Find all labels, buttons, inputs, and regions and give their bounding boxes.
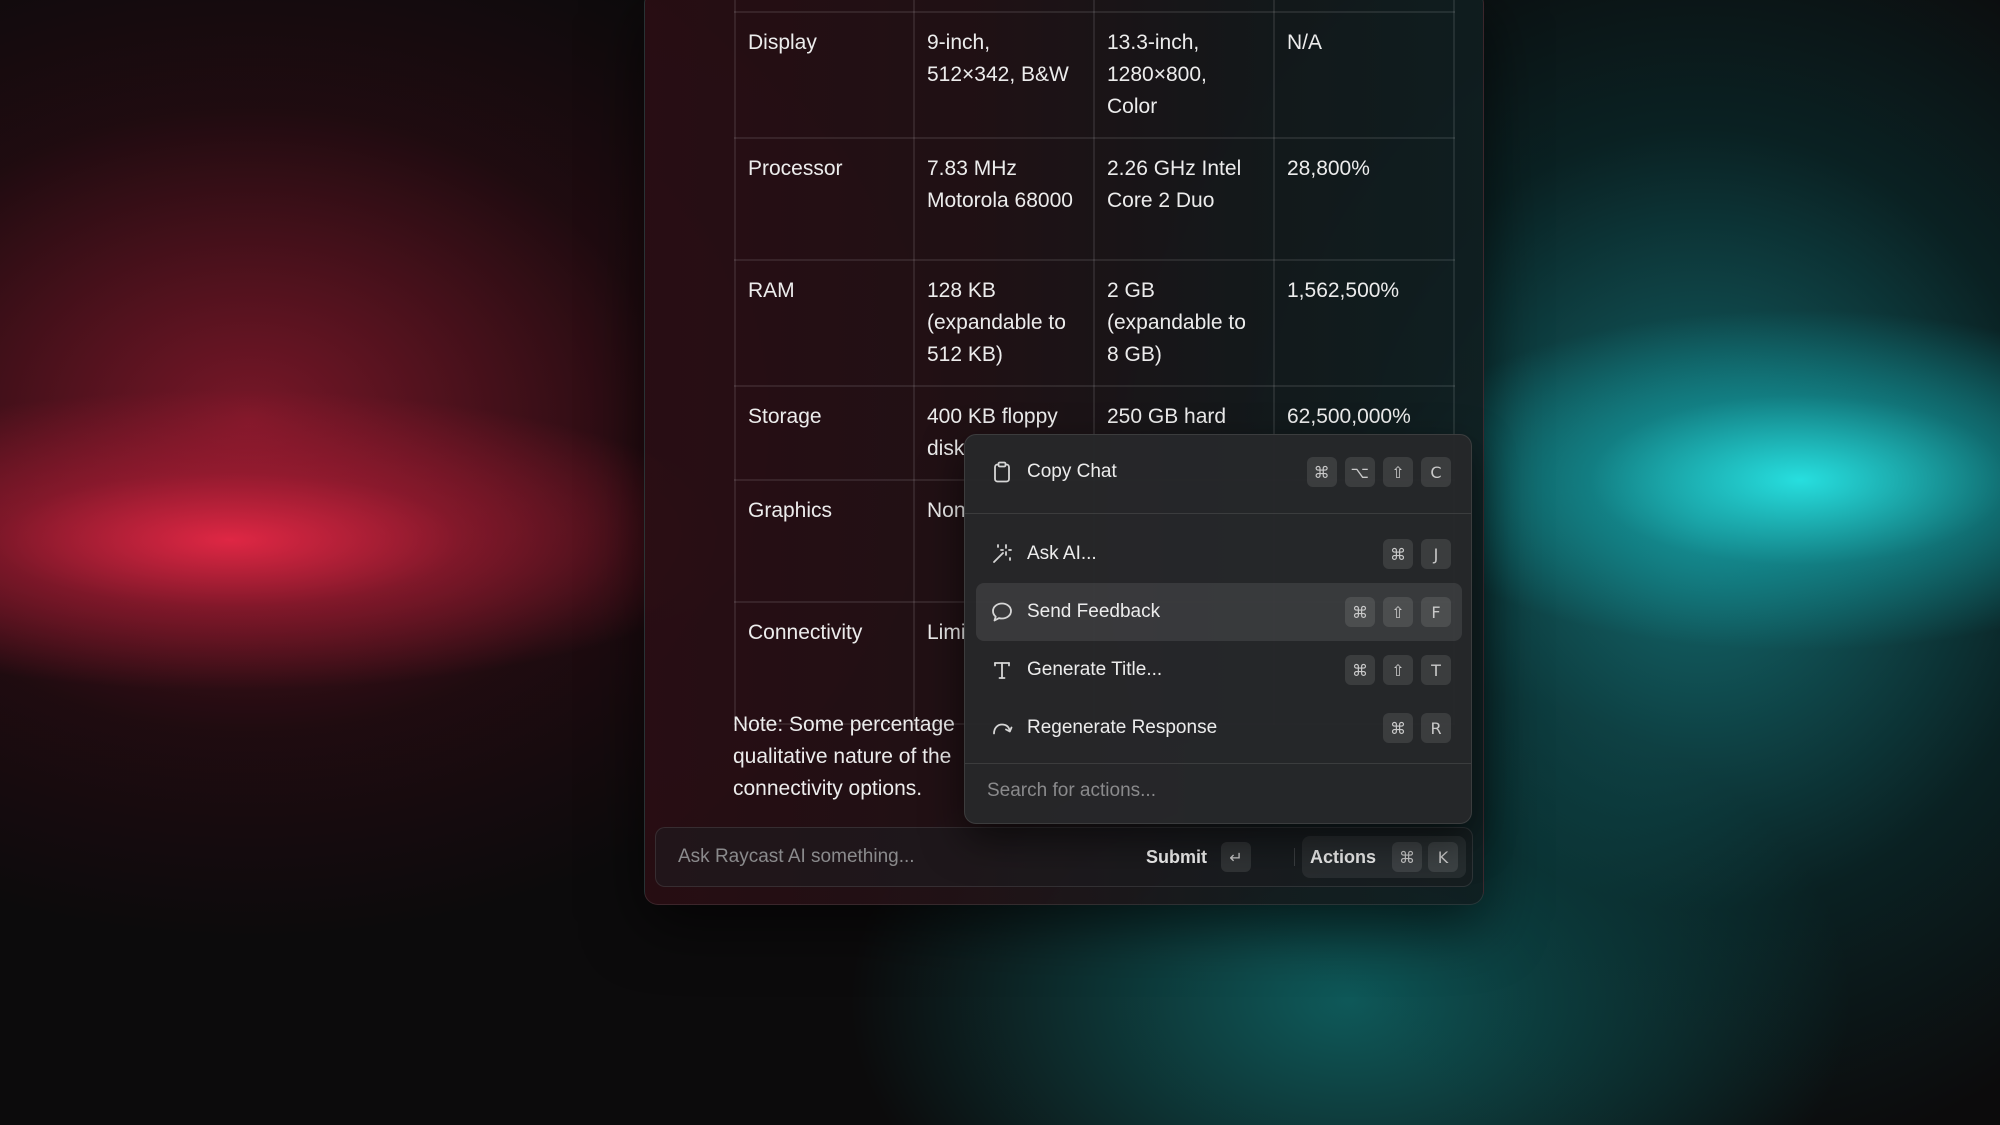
table-cell: 9-inch, 512×342, B&W xyxy=(913,11,1095,139)
menu-item-label: Copy Chat xyxy=(1027,461,1117,482)
chat-input-bar: Submit ↵ Actions ⌘ K xyxy=(655,827,1473,887)
table-cell: 13.3-inch, 1280×800, Color xyxy=(1093,11,1275,139)
submit-button[interactable]: Submit ↵ xyxy=(1146,840,1251,874)
table-cell: 2 GB (expandable to 8 GB) xyxy=(1093,259,1275,387)
table-cell: 7.83 MHz Motorola 68000 xyxy=(913,137,1095,261)
menu-item-label: Generate Title... xyxy=(1027,659,1163,680)
table-cell xyxy=(1273,0,1455,13)
clipboard-icon xyxy=(990,460,1014,484)
table-cell: 2.26 GHz Intel Core 2 Duo xyxy=(1093,137,1275,261)
search-actions-input[interactable] xyxy=(987,769,1447,813)
menu-item-label: Regenerate Response xyxy=(1027,717,1218,738)
f-key: F xyxy=(1421,597,1451,627)
shortcut: ⌘ ⇧ T xyxy=(1345,655,1451,685)
shortcut: ⌘ ⌥ ⇧ C xyxy=(1306,457,1451,487)
command-key-icon: ⌘ xyxy=(1383,539,1413,569)
command-key-icon: ⌘ xyxy=(1392,842,1423,872)
table-cell: 128 KB (expandable to 512 KB) xyxy=(913,259,1095,387)
menu-item-generate-title[interactable]: Generate Title... ⌘ ⇧ T xyxy=(976,641,1462,699)
menu-item-regenerate-response[interactable]: Regenerate Response ⌘ R xyxy=(976,699,1462,757)
actions-menu: Copy Chat ⌘ ⌥ ⇧ C Ask AI... ⌘ J Send Fee… xyxy=(964,434,1472,824)
table-cell-feature: Graphics xyxy=(734,479,915,603)
r-key: R xyxy=(1421,713,1451,743)
shift-key-icon: ⇧ xyxy=(1383,655,1413,685)
shift-key-icon: ⇧ xyxy=(1383,597,1413,627)
table-cell: 28,800% xyxy=(1273,137,1455,261)
table-cell-feature: Storage xyxy=(734,385,915,481)
table-cell-feature: Display xyxy=(734,11,915,139)
table-cell xyxy=(913,0,1095,13)
k-key: K xyxy=(1428,842,1459,872)
option-key-icon: ⌥ xyxy=(1344,457,1375,487)
c-key: C xyxy=(1421,457,1451,487)
table-row: RAM 128 KB (expandable to 512 KB) 2 GB (… xyxy=(734,259,1455,387)
menu-item-label: Send Feedback xyxy=(1027,601,1161,622)
table-cell-feature: RAM xyxy=(734,259,915,387)
actions-button[interactable]: Actions ⌘ K xyxy=(1302,836,1467,878)
shortcut: ⌘ R xyxy=(1383,713,1451,743)
shortcut: ⌘ ⇧ F xyxy=(1345,597,1451,627)
table-row: Display 9-inch, 512×342, B&W 13.3-inch, … xyxy=(734,11,1455,139)
table-row xyxy=(734,0,1455,13)
ask-ai-input[interactable] xyxy=(678,828,1118,886)
magic-wand-icon xyxy=(990,542,1014,566)
t-key: T xyxy=(1421,655,1451,685)
menu-item-ask-ai[interactable]: Ask AI... ⌘ J xyxy=(976,525,1462,583)
table-cell xyxy=(734,0,915,13)
command-key-icon: ⌘ xyxy=(1345,597,1375,627)
return-key-icon: ↵ xyxy=(1221,842,1251,872)
text-t-icon xyxy=(990,658,1014,682)
table-cell: 1,562,500% xyxy=(1273,259,1455,387)
menu-separator xyxy=(965,763,1471,764)
redo-arrow-icon xyxy=(990,716,1014,740)
submit-label: Submit xyxy=(1146,846,1207,867)
menu-item-label: Ask AI... xyxy=(1027,543,1097,564)
menu-item-copy-chat[interactable]: Copy Chat ⌘ ⌥ ⇧ C xyxy=(976,443,1462,501)
shortcut: ⌘ J xyxy=(1383,539,1451,569)
shift-key-icon: ⇧ xyxy=(1383,457,1413,487)
table-cell-feature: Processor xyxy=(734,137,915,261)
command-key-icon: ⌘ xyxy=(1306,457,1337,487)
table-row: Processor 7.83 MHz Motorola 68000 2.26 G… xyxy=(734,137,1455,261)
menu-item-send-feedback[interactable]: Send Feedback ⌘ ⇧ F xyxy=(976,583,1462,641)
command-key-icon: ⌘ xyxy=(1383,713,1413,743)
table-cell: N/A xyxy=(1273,11,1455,139)
table-cell-feature: Connectivity xyxy=(734,601,915,725)
command-key-icon: ⌘ xyxy=(1345,655,1375,685)
table-cell xyxy=(1093,0,1275,13)
actions-label: Actions xyxy=(1310,846,1377,867)
divider xyxy=(1294,848,1295,866)
menu-separator xyxy=(965,513,1471,514)
j-key: J xyxy=(1421,539,1451,569)
speech-bubble-icon xyxy=(990,600,1014,624)
